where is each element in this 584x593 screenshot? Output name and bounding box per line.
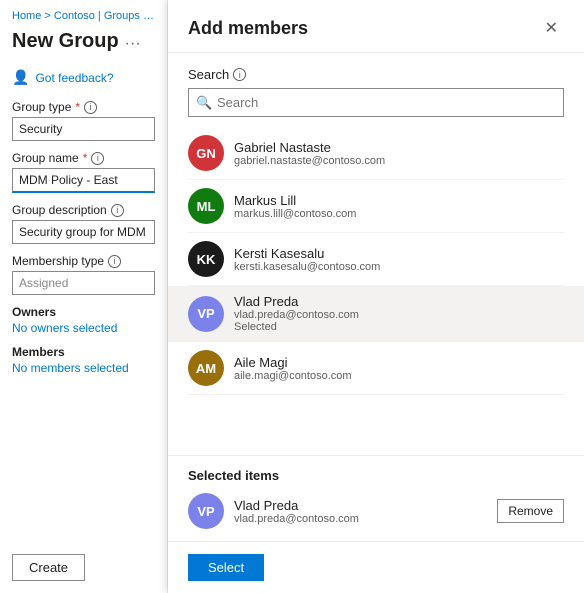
ellipsis-button[interactable]: ··· [125,35,141,53]
selected-user-avatar: VP [188,493,224,529]
membership-type-info-icon[interactable]: i [108,255,121,268]
group-description-label: Group description i [12,203,155,217]
group-name-section: Group name * i [12,151,155,193]
feedback-label: Got feedback? [35,71,113,85]
selected-user-email: vlad.preda@contoso.com [234,513,359,525]
modal-footer: Selected items VP Vlad Preda vlad.preda@… [168,455,584,541]
membership-type-section: Membership type i [12,254,155,295]
owners-section: Owners No owners selected [12,305,155,335]
user-avatar: VP [188,296,224,332]
group-type-info-icon[interactable]: i [84,101,97,114]
owners-link[interactable]: No owners selected [12,321,155,335]
user-email: aile.magi@contoso.com [234,370,352,382]
selected-badge: Selected [234,321,359,333]
user-email: gabriel.nastaste@contoso.com [234,155,385,167]
modal-header: Add members ✕ [168,0,584,53]
modal-close-button[interactable]: ✕ [539,16,564,40]
modal-body: Search i 🔍 GN Gabriel Nastastegabriel.nas… [168,53,584,455]
add-members-modal: Add members ✕ Search i 🔍 GN Gabriel Nasta… [168,0,584,593]
page-title: New Group [12,30,119,53]
selected-user-row: VP Vlad Preda vlad.preda@contoso.com Rem… [188,493,564,529]
selected-user-details: Vlad Preda vlad.preda@contoso.com [234,498,359,525]
user-email: vlad.preda@contoso.com [234,309,359,321]
group-description-input[interactable] [12,220,155,244]
selected-user-name: Vlad Preda [234,498,359,513]
group-description-section: Group description i [12,203,155,244]
select-button[interactable]: Select [188,554,264,581]
membership-type-label: Membership type i [12,254,155,268]
members-label: Members [12,345,155,359]
user-email: markus.lill@contoso.com [234,208,356,220]
group-name-label: Group name * i [12,151,155,165]
user-name: Aile Magi [234,355,352,370]
user-info: Aile Magiaile.magi@contoso.com [234,355,352,382]
members-section: Members No members selected [12,345,155,375]
user-info: Vlad Predavlad.preda@contoso.comSelected [234,294,359,333]
feedback-icon: 👤 [12,69,29,86]
group-description-info-icon[interactable]: i [111,204,124,217]
left-panel: Home > Contoso | Groups > Gr New Group ·… [0,0,168,593]
group-type-section: Group type * i [12,100,155,141]
remove-button[interactable]: Remove [497,499,564,523]
selected-user-info: VP Vlad Preda vlad.preda@contoso.com [188,493,359,529]
user-avatar: AM [188,350,224,386]
user-list-item[interactable]: KK Kersti Kasesalukersti.kasesalu@contoso… [188,233,564,286]
user-name: Gabriel Nastaste [234,140,385,155]
search-input-wrapper: 🔍 [188,88,564,117]
user-name: Kersti Kasesalu [234,246,380,261]
owners-label: Owners [12,305,155,319]
user-info: Markus Lillmarkus.lill@contoso.com [234,193,356,220]
modal-action-bar: Select [168,541,584,593]
search-input[interactable] [188,88,564,117]
user-info: Gabriel Nastastegabriel.nastaste@contoso… [234,140,385,167]
search-icon: 🔍 [196,95,212,111]
user-name: Vlad Preda [234,294,359,309]
create-button[interactable]: Create [12,554,85,581]
membership-type-input[interactable] [12,271,155,295]
user-list: GN Gabriel Nastastegabriel.nastaste@conto… [168,127,584,455]
user-email: kersti.kasesalu@contoso.com [234,261,380,273]
user-info: Kersti Kasesalukersti.kasesalu@contoso.c… [234,246,380,273]
user-avatar: KK [188,241,224,277]
group-name-info-icon[interactable]: i [91,152,104,165]
group-type-input[interactable] [12,117,155,141]
search-info-icon[interactable]: i [233,68,246,81]
search-label: Search i [188,67,564,82]
user-avatar: GN [188,135,224,171]
required-indicator: * [75,100,80,114]
user-list-item[interactable]: VP Vlad Predavlad.preda@contoso.comSelect… [168,286,584,342]
group-type-label: Group type * i [12,100,155,114]
selected-items-title: Selected items [188,468,564,483]
user-list-item[interactable]: GN Gabriel Nastastegabriel.nastaste@conto… [188,127,564,180]
user-list-item[interactable]: AM Aile Magiaile.magi@contoso.com [188,342,564,395]
user-avatar: ML [188,188,224,224]
breadcrumb: Home > Contoso | Groups > Gr [12,10,155,22]
modal-title: Add members [188,18,308,39]
feedback-row[interactable]: 👤 Got feedback? [12,69,155,86]
user-name: Markus Lill [234,193,356,208]
user-list-item[interactable]: ML Markus Lillmarkus.lill@contoso.com [188,180,564,233]
members-link[interactable]: No members selected [12,361,155,375]
group-name-required: * [83,151,88,165]
group-name-input[interactable] [12,168,155,193]
